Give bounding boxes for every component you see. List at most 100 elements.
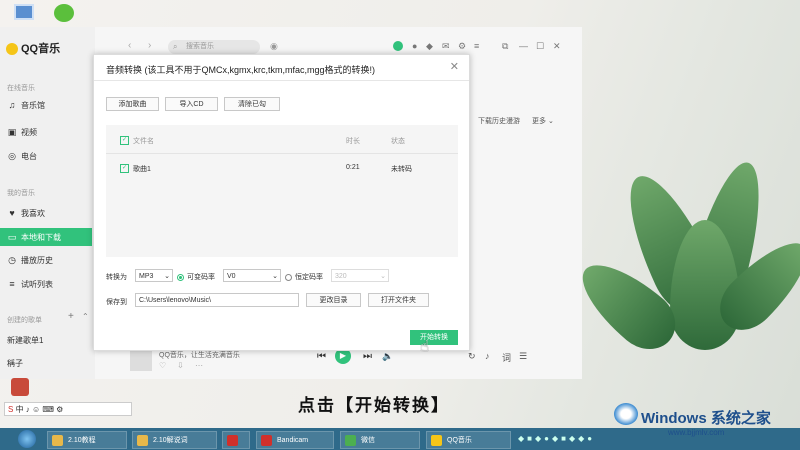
playlist-item[interactable]: 稱子	[0, 355, 92, 373]
format-value: MP3	[139, 273, 154, 280]
taskbar-item[interactable]: 2.10教程	[47, 431, 127, 449]
maximize-icon[interactable]: ☐	[536, 41, 544, 52]
tray-icons[interactable]: ◆■◆●◆■◆◆●	[518, 434, 595, 443]
taskbar-app-icon	[227, 435, 238, 446]
back-arrow-icon[interactable]: ‹	[128, 40, 131, 51]
vbr-option[interactable]: 可变码率	[177, 272, 215, 282]
cbr-value: 320	[335, 273, 347, 280]
sidebar-item-trial-list[interactable]: ≡ 试听列表	[0, 275, 92, 293]
skin-icon[interactable]: ◆	[426, 41, 433, 52]
cbr-option[interactable]: 恒定码率	[285, 272, 323, 282]
sidebar-item-history[interactable]: ◷ 播放历史	[0, 251, 92, 269]
sidebar-item-radio[interactable]: ◎ 电台	[0, 147, 92, 165]
search-input[interactable]: 搜索音乐	[168, 40, 260, 54]
close-icon[interactable]: ✕	[553, 41, 561, 52]
desktop-app-icon[interactable]	[11, 378, 29, 396]
section-online-music: 在线音乐	[7, 85, 35, 92]
taskbar-app-icon	[345, 435, 356, 446]
select-all-checkbox[interactable]: ✓	[120, 136, 129, 146]
add-song-button[interactable]: 添加歌曲	[106, 97, 159, 111]
cbr-label: 恒定码率	[295, 274, 323, 281]
taskbar-item-label: Bandicam	[277, 437, 309, 444]
video-icon: ▣	[7, 127, 17, 137]
start-convert-button[interactable]: 开始转换	[410, 330, 458, 345]
more-options-icon[interactable]: ⋯	[195, 361, 203, 370]
taskbar-app-icon	[431, 435, 442, 446]
convert-to-label: 转换为	[106, 274, 127, 281]
menu-icon[interactable]: ≡	[474, 41, 479, 51]
like-icon[interactable]: ♡	[159, 361, 166, 370]
sidebar-item-favorites[interactable]: ♥ 我喜欢	[0, 204, 92, 222]
forward-arrow-icon[interactable]: ›	[148, 40, 151, 51]
table-row[interactable]: ✓ 歌曲1 0:21 未转码	[120, 164, 450, 176]
music-note-icon: ♫	[8, 100, 16, 110]
taskbar-app-icon	[261, 435, 272, 446]
watermark-logo-icon	[614, 403, 638, 425]
taskbar-item-label: 2.10教程	[68, 437, 96, 444]
save-to-label: 保存到	[106, 299, 127, 306]
watermark-url: www.bjjmlv.com	[668, 428, 725, 437]
taskbar-item-label: 微信	[361, 437, 375, 444]
voice-search-icon[interactable]: ◉	[270, 41, 278, 52]
add-playlist-icon[interactable]: +	[68, 311, 74, 322]
next-track-icon[interactable]: ⏭	[363, 351, 372, 362]
history-icon: ◷	[8, 255, 16, 265]
sidebar: QQ音乐 在线音乐 ♫ 音乐馆 ▣ 视频 ◎ 电台 我的音乐 ♥ 我喜欢 ▭ 本地和下载 …	[0, 27, 95, 379]
message-icon[interactable]: ✉	[442, 41, 450, 52]
save-path-field[interactable]: C:\Users\lenovo\Music\	[135, 293, 299, 307]
start-button[interactable]	[18, 430, 36, 448]
status-header: 状态	[391, 138, 405, 145]
avatar[interactable]	[393, 41, 403, 51]
sidebar-item-music-hall[interactable]: ♫ 音乐馆	[0, 96, 92, 114]
open-folder-button[interactable]: 打开文件夹	[368, 293, 429, 307]
taskbar-item[interactable]	[222, 431, 250, 449]
ime-tools-icon: 中 ♪ ☺ ⌨ ⚙	[15, 405, 64, 414]
lyrics-icon[interactable]: 词	[502, 351, 511, 364]
sogou-ime-icon: S	[8, 405, 14, 414]
volume-icon[interactable]: 🔈	[382, 351, 393, 362]
taskbar-app-icon	[52, 435, 63, 446]
vbr-label: 可变码率	[187, 274, 215, 281]
minimize-icon[interactable]: —	[519, 41, 528, 51]
dialog-title: 音频转换 (该工具不用于QMCx,kgmx,krc,tkm,mfac,mgg格式…	[106, 65, 376, 75]
clear-checked-button[interactable]: 清除已勾	[224, 97, 280, 111]
download-history-link[interactable]: 下载历史漫游	[478, 116, 520, 126]
import-cd-button[interactable]: 导入CD	[165, 97, 218, 111]
row-checkbox[interactable]: ✓	[120, 164, 129, 174]
format-select[interactable]: MP3 ⌄	[135, 269, 173, 282]
taskbar-item[interactable]: 微信	[340, 431, 420, 449]
close-icon[interactable]: ✕	[450, 60, 459, 73]
repeat-icon[interactable]: ↻	[468, 351, 476, 362]
vbr-radio[interactable]	[177, 273, 184, 281]
taskbar-item[interactable]: QQ音乐	[426, 431, 511, 449]
album-cover[interactable]	[130, 349, 152, 371]
vip-icon[interactable]: ●	[412, 41, 417, 51]
change-directory-button[interactable]: 更改目录	[306, 293, 361, 307]
cbr-select[interactable]: 320 ⌄	[331, 269, 389, 282]
audio-convert-dialog: 音频转换 (该工具不用于QMCx,kgmx,krc,tkm,mfac,mgg格式…	[93, 54, 470, 355]
settings-icon[interactable]: ⚙	[458, 41, 466, 52]
playlist-item[interactable]: 新建歌单1	[0, 332, 92, 350]
sidebar-item-label: 音乐馆	[21, 101, 45, 110]
divider	[94, 80, 469, 81]
heart-icon: ♥	[9, 208, 15, 218]
chevron-down-icon: ⌄	[380, 273, 386, 280]
video-subtitle: 点击【开始转换】	[298, 396, 450, 416]
vbr-select[interactable]: V0 ⌄	[223, 269, 281, 282]
desktop-wechat-icon[interactable]	[54, 4, 74, 22]
taskbar-item[interactable]: Bandicam	[256, 431, 334, 449]
input-method-toolbar[interactable]: S 中 ♪ ☺ ⌨ ⚙	[4, 402, 132, 416]
download-icon[interactable]: ⇩	[177, 361, 184, 370]
playlist-icon[interactable]: ☰	[519, 351, 527, 362]
sidebar-item-local-download[interactable]: ▭ 本地和下载	[0, 228, 92, 246]
mini-mode-icon[interactable]: ⧉	[502, 41, 508, 52]
taskbar-item[interactable]: 2.10解说词	[132, 431, 217, 449]
cbr-radio[interactable]	[285, 273, 292, 281]
desktop-computer-icon[interactable]	[14, 4, 34, 20]
sidebar-item-video[interactable]: ▣ 视频	[0, 123, 92, 141]
previous-track-icon[interactable]: ⏮	[317, 351, 326, 362]
sound-effect-icon[interactable]: ♪	[485, 351, 490, 361]
chevron-up-icon[interactable]: ⌃	[82, 312, 89, 321]
more-link[interactable]: 更多 ⌄	[532, 116, 554, 126]
app-logo: QQ音乐	[6, 40, 60, 56]
